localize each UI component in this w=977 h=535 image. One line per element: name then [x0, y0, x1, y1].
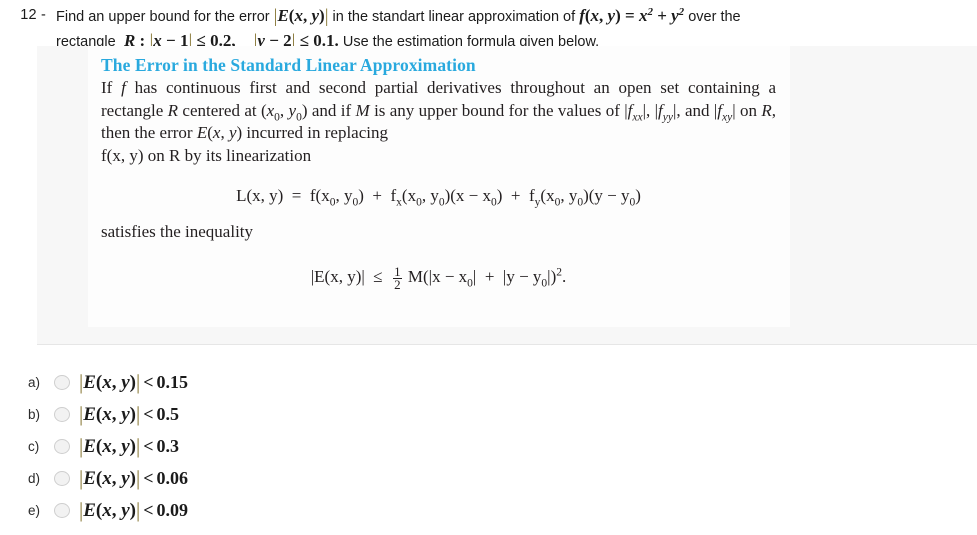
radio-option-c[interactable] [54, 438, 70, 454]
question-line1-text-part3: over the [688, 9, 741, 25]
question-line1-text-part1: Find an upper bound for the error [56, 9, 270, 25]
question-line1-math-error: |E(x, y)| [273, 6, 329, 27]
figure-formula-linearization: L(x, y) = f(x0, y0) + fx(x0, y0)(x − x0)… [236, 186, 641, 209]
option-value-b: 0.5 [156, 403, 179, 424]
option-text-a: |E(x, y)| <0.15 [79, 369, 188, 394]
question-line1-math-function: f(x, y) = x2 + y2 [579, 6, 685, 25]
option-letter-b: b) [28, 406, 41, 422]
question-line1-text-part2: in the standart linear approximation of [332, 9, 576, 25]
question-number: 12 - [20, 7, 46, 23]
option-text-c: |E(x, y)| <0.3 [79, 433, 179, 458]
radio-option-d[interactable] [54, 470, 70, 486]
fraction-one-half: 12 [393, 263, 402, 292]
option-row-e[interactable]: e) |E(x, y)| <0.09 [28, 494, 428, 526]
option-value-e: 0.09 [156, 499, 188, 520]
option-value-c: 0.3 [156, 435, 179, 456]
figure-formula-inequality: |E(x, y)| ≤ 12 M(|x − x0| + |y − y0|)2. [310, 263, 567, 292]
option-text-d: |E(x, y)| <0.06 [79, 465, 188, 490]
option-letter-d: d) [28, 470, 41, 486]
option-relation-a: < [143, 371, 154, 392]
radio-option-b[interactable] [54, 406, 70, 422]
option-value-d: 0.06 [156, 467, 188, 488]
option-text-b: |E(x, y)| <0.5 [79, 401, 179, 426]
answer-options: a) |E(x, y)| <0.15 b) |E(x, y)| <0.5 c) |E… [28, 366, 428, 526]
option-letter-a: a) [28, 374, 41, 390]
figure-title: The Error in the Standard Linear Approxi… [101, 55, 476, 75]
option-relation-c: < [143, 435, 154, 456]
option-value-a: 0.15 [156, 371, 188, 392]
option-row-b[interactable]: b) |E(x, y)| <0.5 [28, 398, 428, 430]
figure-panel: The Error in the Standard Linear Approxi… [37, 46, 977, 345]
option-relation-b: < [143, 403, 154, 424]
option-row-d[interactable]: d) |E(x, y)| <0.06 [28, 462, 428, 494]
radio-option-e[interactable] [54, 502, 70, 518]
radio-option-a[interactable] [54, 374, 70, 390]
figure-image-card: The Error in the Standard Linear Approxi… [88, 46, 790, 327]
option-letter-c: c) [28, 438, 40, 454]
figure-paragraph: If f has continuous first and second par… [101, 78, 777, 142]
figure-linearization-lead: f(x, y) on R by its linearization [101, 145, 312, 165]
option-letter-e: e) [28, 502, 41, 518]
option-row-c[interactable]: c) |E(x, y)| <0.3 [28, 430, 428, 462]
option-relation-d: < [143, 467, 154, 488]
figure-inequality-lead: satisfies the inequality [101, 222, 254, 241]
option-row-a[interactable]: a) |E(x, y)| <0.15 [28, 366, 428, 398]
option-relation-e: < [143, 499, 154, 520]
option-text-e: |E(x, y)| <0.09 [79, 497, 188, 522]
